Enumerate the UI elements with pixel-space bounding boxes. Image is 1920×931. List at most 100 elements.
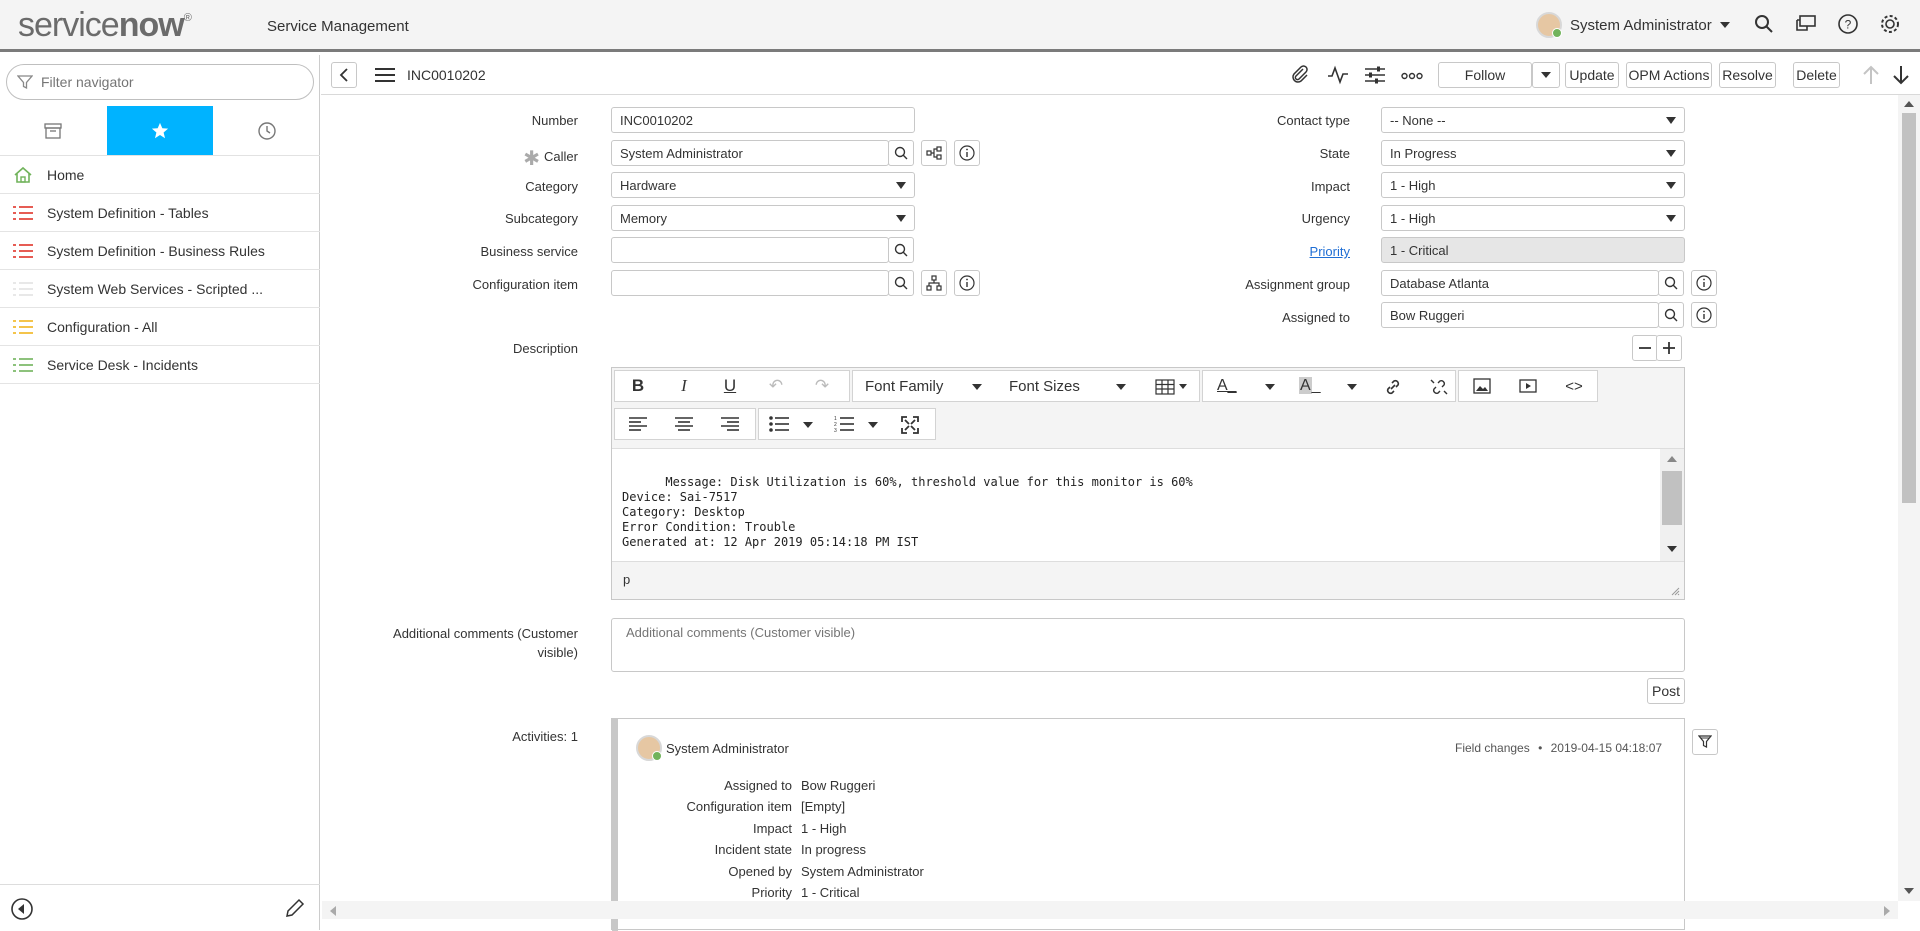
filter-navigator[interactable] [6, 64, 314, 100]
nav-item-system-definition-business-rules[interactable]: System Definition - Business Rules [0, 232, 320, 270]
opm-actions-button[interactable]: OPM Actions [1626, 62, 1712, 88]
state-select[interactable]: In Progress [1381, 140, 1685, 166]
logo-text-service: service [18, 6, 120, 44]
tab-history[interactable] [213, 106, 320, 155]
connect-chat-icon[interactable] [1794, 12, 1818, 36]
post-button[interactable]: Post [1647, 678, 1685, 704]
source-code-icon[interactable]: <> [1551, 371, 1597, 401]
bold-icon[interactable]: B [615, 371, 661, 401]
more-options-icon[interactable] [1401, 69, 1423, 84]
activity-stream-icon[interactable] [1327, 65, 1349, 88]
scroll-up-arrow-icon[interactable] [1667, 456, 1677, 462]
contact-type-select[interactable]: -- None -- [1381, 107, 1685, 133]
assignment-group-field[interactable]: Database Atlanta [1381, 270, 1659, 296]
category-select[interactable]: Hardware [611, 172, 915, 198]
resolve-button[interactable]: Resolve [1719, 62, 1776, 88]
next-record-arrow-icon[interactable] [1892, 65, 1910, 88]
follow-dropdown-button[interactable] [1532, 62, 1560, 88]
assignment-group-lookup-button[interactable] [1658, 270, 1684, 296]
background-color-icon[interactable]: A_ [1299, 377, 1321, 395]
editor-grow-button[interactable] [1656, 335, 1682, 361]
scroll-left-arrow-icon[interactable] [330, 906, 336, 916]
personalize-form-icon[interactable] [1365, 65, 1385, 88]
nav-item-system-definition-tables[interactable]: System Definition - Tables [0, 194, 320, 232]
nav-item-service-desk-incidents[interactable]: Service Desk - Incidents [0, 346, 320, 384]
nav-item-configuration-all[interactable]: Configuration - All [0, 308, 320, 346]
back-button[interactable] [331, 62, 357, 88]
settings-gear-icon[interactable] [1878, 12, 1902, 36]
insert-video-icon[interactable] [1505, 371, 1551, 401]
assignment-group-info-button[interactable] [1691, 270, 1717, 296]
business-service-lookup-button[interactable] [888, 237, 914, 263]
resize-handle-icon[interactable] [1670, 586, 1680, 596]
insert-link-icon[interactable] [1383, 378, 1403, 399]
insert-image-icon[interactable] [1459, 371, 1505, 401]
caller-lookup-button[interactable] [888, 140, 914, 166]
caller-relations-button[interactable] [921, 140, 947, 166]
scroll-right-arrow-icon[interactable] [1884, 906, 1890, 916]
text-color-icon[interactable]: A_ [1217, 377, 1237, 395]
additional-comments-input[interactable] [611, 618, 1685, 672]
nav-item-system-web-services-scripted[interactable]: System Web Services - Scripted ... [0, 270, 320, 308]
assigned-to-info-button[interactable] [1691, 302, 1717, 328]
user-menu[interactable]: System Administrator [1536, 12, 1730, 38]
description-text-area[interactable]: Message: Disk Utilization is 60%, thresh… [612, 448, 1684, 562]
font-family-select[interactable]: Font Family [865, 378, 943, 395]
fullscreen-icon[interactable] [901, 416, 919, 437]
urgency-select[interactable]: 1 - High [1381, 205, 1685, 231]
configuration-item-info-button[interactable] [954, 270, 980, 296]
tab-all-applications[interactable] [0, 106, 107, 155]
activity-filter-button[interactable] [1692, 729, 1718, 755]
align-left-icon[interactable] [615, 409, 661, 439]
scroll-thumb[interactable] [1662, 471, 1682, 525]
description-scrollbar[interactable] [1660, 449, 1684, 561]
font-sizes-select[interactable]: Font Sizes [1009, 378, 1080, 395]
table-icon[interactable] [1155, 379, 1177, 398]
form-vertical-scrollbar[interactable] [1898, 95, 1920, 901]
collapse-navigator-icon[interactable] [10, 897, 34, 921]
underline-icon[interactable]: U [707, 371, 753, 401]
urgency-label: Urgency [1301, 211, 1350, 226]
caller-field[interactable]: System Administrator [611, 140, 889, 166]
form-scroll-thumb[interactable] [1902, 113, 1916, 503]
attachment-paperclip-icon[interactable] [1290, 65, 1310, 88]
update-button[interactable]: Update [1565, 62, 1619, 88]
configuration-item-field[interactable] [611, 270, 889, 296]
redo-icon[interactable]: ↷ [799, 371, 845, 401]
align-center-icon[interactable] [661, 409, 707, 439]
hamburger-menu-icon[interactable] [375, 67, 395, 86]
nav-item-home[interactable]: Home [0, 156, 320, 194]
caller-info-button[interactable] [954, 140, 980, 166]
previous-record-arrow-icon[interactable] [1862, 65, 1880, 88]
assigned-to-lookup-button[interactable] [1658, 302, 1684, 328]
scroll-down-arrow-icon[interactable] [1904, 888, 1914, 894]
editor-shrink-button[interactable] [1632, 335, 1658, 361]
delete-button[interactable]: Delete [1793, 62, 1840, 88]
help-icon[interactable]: ? [1836, 12, 1860, 36]
priority-link[interactable]: Priority [1310, 244, 1350, 259]
scroll-down-arrow-icon[interactable] [1667, 546, 1677, 552]
number-field[interactable]: INC0010202 [611, 107, 915, 133]
follow-label: Follow [1464, 67, 1506, 83]
undo-icon[interactable]: ↶ [753, 371, 799, 401]
numbered-list-icon[interactable]: 123 [834, 416, 854, 435]
business-service-field[interactable] [611, 237, 889, 263]
global-search-icon[interactable] [1752, 12, 1776, 36]
follow-button[interactable]: Follow [1438, 62, 1532, 88]
form-horizontal-scrollbar[interactable] [322, 901, 1898, 919]
subcategory-select[interactable]: Memory [611, 205, 915, 231]
configuration-item-map-button[interactable] [921, 270, 947, 296]
servicenow-logo[interactable]: servicenow® [18, 6, 192, 45]
edit-pencil-icon[interactable] [284, 897, 306, 919]
tab-favorites[interactable] [106, 106, 214, 155]
bullet-list-icon[interactable] [769, 416, 789, 435]
configuration-item-lookup-button[interactable] [888, 270, 914, 296]
assigned-to-field[interactable]: Bow Ruggeri [1381, 302, 1659, 328]
remove-link-icon[interactable] [1429, 378, 1449, 399]
scroll-up-arrow-icon[interactable] [1904, 101, 1914, 107]
filter-navigator-input[interactable] [39, 73, 299, 91]
align-right-icon[interactable] [707, 409, 753, 439]
italic-icon[interactable]: I [661, 371, 707, 401]
impact-select[interactable]: 1 - High [1381, 172, 1685, 198]
dropdown-caret-icon [896, 215, 906, 222]
